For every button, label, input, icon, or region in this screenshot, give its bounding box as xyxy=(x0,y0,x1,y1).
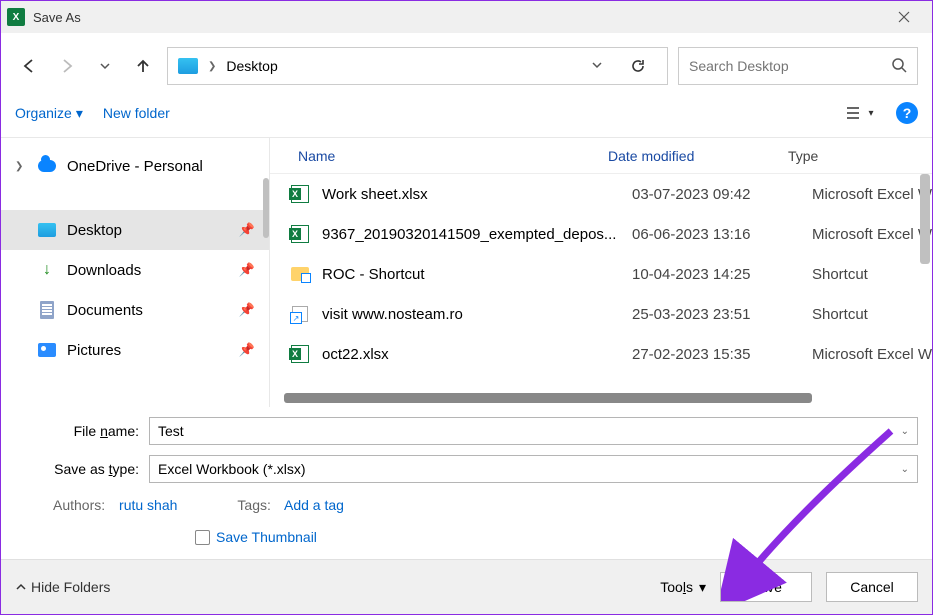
file-scrollbar[interactable] xyxy=(920,174,930,264)
horizontal-scrollbar[interactable] xyxy=(284,393,812,403)
search-box[interactable] xyxy=(678,47,918,85)
save-button[interactable]: Save xyxy=(720,572,812,602)
authors-value[interactable]: rutu shah xyxy=(119,497,177,513)
new-folder-label: New folder xyxy=(103,105,170,121)
filename-value: Test xyxy=(158,423,184,439)
chevron-down-icon: ▾ xyxy=(868,108,873,119)
file-date: 10-04-2023 14:25 xyxy=(632,266,812,283)
tags-label: Tags: xyxy=(237,497,270,513)
column-name[interactable]: Name xyxy=(298,148,608,164)
file-name: Work sheet.xlsx xyxy=(322,186,632,203)
documents-icon xyxy=(40,301,54,319)
pictures-icon xyxy=(38,343,56,357)
thumbnail-checkbox[interactable] xyxy=(195,530,210,545)
hide-folders-button[interactable]: Hide Folders xyxy=(15,579,110,595)
file-date: 27-02-2023 15:35 xyxy=(632,346,812,363)
nav-label: Downloads xyxy=(67,262,141,279)
file-icon xyxy=(292,306,308,322)
file-date: 06-06-2023 13:16 xyxy=(632,226,812,243)
chevron-down-icon: ▾ xyxy=(699,579,706,596)
nav-scrollbar[interactable] xyxy=(263,178,269,238)
nav-pictures[interactable]: Pictures 📌 xyxy=(1,330,269,370)
address-bar[interactable]: ❯ Desktop xyxy=(167,47,668,85)
organize-menu[interactable]: Organize ▾ xyxy=(15,105,83,122)
onedrive-icon xyxy=(38,160,56,172)
forward-button[interactable] xyxy=(53,52,81,80)
help-button[interactable]: ? xyxy=(896,102,918,124)
saveastype-value: Excel Workbook (*.xlsx) xyxy=(158,461,306,477)
file-name: 9367_20190320141509_exempted_depos... xyxy=(322,226,632,243)
navigation-pane: ❯ OneDrive - Personal Desktop 📌 ↓ Downlo… xyxy=(1,138,270,407)
breadcrumb[interactable]: Desktop xyxy=(226,58,277,74)
address-dropdown[interactable] xyxy=(585,58,609,74)
view-options-button[interactable]: ▾ xyxy=(844,99,876,127)
pin-icon[interactable]: 📌 xyxy=(239,222,255,238)
refresh-button[interactable] xyxy=(619,47,657,85)
file-icon xyxy=(291,345,309,363)
chevron-down-icon: ▾ xyxy=(76,105,83,122)
nav-label: Documents xyxy=(67,302,143,319)
file-icon xyxy=(291,267,309,281)
downloads-icon: ↓ xyxy=(37,260,57,280)
nav-label: Pictures xyxy=(67,342,121,359)
nav-onedrive[interactable]: ❯ OneDrive - Personal xyxy=(1,146,269,186)
column-date[interactable]: Date modified xyxy=(608,148,788,164)
window-title: Save As xyxy=(33,10,81,25)
file-row[interactable]: oct22.xlsx27-02-2023 15:35Microsoft Exce… xyxy=(270,334,932,374)
file-row[interactable]: 9367_20190320141509_exempted_depos...06-… xyxy=(270,214,932,254)
file-row[interactable]: Work sheet.xlsx03-07-2023 09:42Microsoft… xyxy=(270,174,932,214)
file-name: oct22.xlsx xyxy=(322,346,632,363)
thumbnail-label[interactable]: Save Thumbnail xyxy=(216,529,317,545)
nav-label: OneDrive - Personal xyxy=(67,158,203,175)
file-type: Microsoft Excel W xyxy=(812,226,932,243)
file-row[interactable]: ROC - Shortcut10-04-2023 14:25Shortcut xyxy=(270,254,932,294)
filename-field[interactable]: Test ⌄ xyxy=(149,417,918,445)
file-name: ROC - Shortcut xyxy=(322,266,632,283)
filename-label: File name: xyxy=(15,423,149,439)
file-type: Microsoft Excel W xyxy=(812,186,932,203)
file-list-pane: Name Date modified Type Work sheet.xlsx0… xyxy=(270,138,932,407)
file-name: visit www.nosteam.ro xyxy=(322,306,632,323)
chevron-right-icon: ❯ xyxy=(208,61,216,72)
excel-app-icon: X xyxy=(7,8,25,26)
close-button[interactable] xyxy=(882,1,926,33)
pin-icon[interactable]: 📌 xyxy=(239,342,255,358)
back-button[interactable] xyxy=(15,52,43,80)
hide-folders-label: Hide Folders xyxy=(31,579,110,595)
recent-dropdown[interactable] xyxy=(91,52,119,80)
file-icon xyxy=(291,185,309,203)
nav-documents[interactable]: Documents 📌 xyxy=(1,290,269,330)
file-icon xyxy=(291,225,309,243)
file-date: 25-03-2023 23:51 xyxy=(632,306,812,323)
search-input[interactable] xyxy=(689,58,891,74)
desktop-icon xyxy=(38,223,56,237)
authors-label: Authors: xyxy=(53,497,105,513)
nav-label: Desktop xyxy=(67,222,122,239)
tools-menu[interactable]: Tools ▾ xyxy=(660,579,706,596)
tags-value[interactable]: Add a tag xyxy=(284,497,344,513)
file-row[interactable]: visit www.nosteam.ro25-03-2023 23:51Shor… xyxy=(270,294,932,334)
chevron-down-icon[interactable]: ⌄ xyxy=(901,426,909,437)
column-type[interactable]: Type xyxy=(788,148,932,164)
chevron-down-icon[interactable]: ⌄ xyxy=(901,464,909,475)
new-folder-button[interactable]: New folder xyxy=(103,105,170,121)
file-type: Microsoft Excel W xyxy=(812,346,932,363)
chevron-right-icon[interactable]: ❯ xyxy=(15,161,27,172)
file-type: Shortcut xyxy=(812,306,932,323)
nav-desktop[interactable]: Desktop 📌 xyxy=(1,210,269,250)
up-button[interactable] xyxy=(129,52,157,80)
search-icon xyxy=(891,57,907,76)
pin-icon[interactable]: 📌 xyxy=(239,262,255,278)
desktop-folder-icon xyxy=(178,58,198,74)
file-date: 03-07-2023 09:42 xyxy=(632,186,812,203)
saveastype-label: Save as type: xyxy=(15,461,149,477)
saveastype-field[interactable]: Excel Workbook (*.xlsx) ⌄ xyxy=(149,455,918,483)
nav-downloads[interactable]: ↓ Downloads 📌 xyxy=(1,250,269,290)
file-type: Shortcut xyxy=(812,266,932,283)
pin-icon[interactable]: 📌 xyxy=(239,302,255,318)
organize-label: Organize xyxy=(15,105,72,121)
cancel-button[interactable]: Cancel xyxy=(826,572,918,602)
